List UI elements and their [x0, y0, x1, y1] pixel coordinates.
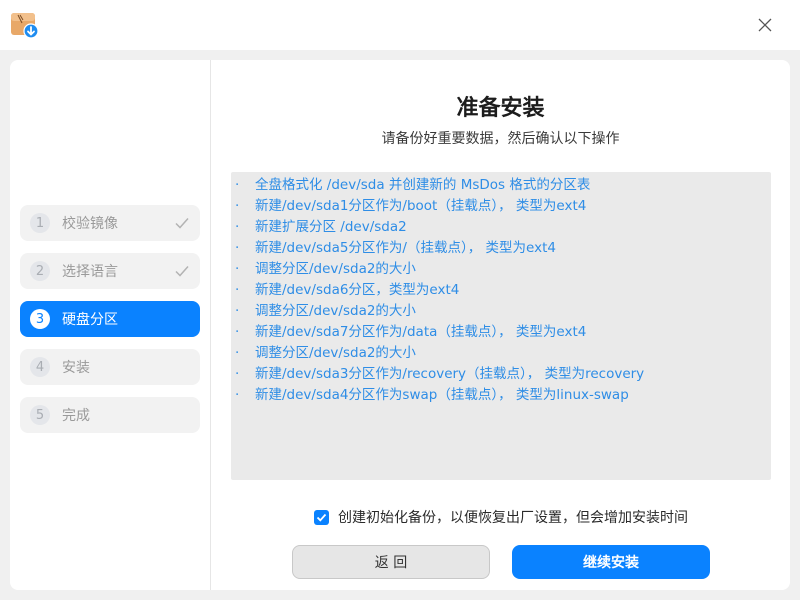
bullet: · [235, 282, 240, 298]
close-button[interactable] [750, 10, 780, 40]
step-number: 2 [30, 261, 50, 281]
operation-item: · 新建/dev/sda3分区作为/recovery（挂载点）， 类型为reco… [231, 364, 771, 385]
operation-item: · 新建扩展分区 /dev/sda2 [231, 217, 771, 238]
operation-text: 新建/dev/sda1分区作为/boot（挂载点）， 类型为ext4 [255, 198, 587, 214]
operation-text: 调整分区/dev/sda2的大小 [255, 261, 416, 277]
step-number: 1 [30, 213, 50, 233]
bullet: · [235, 303, 240, 319]
operation-text: 新建/dev/sda5分区作为/（挂载点）， 类型为ext4 [255, 240, 556, 256]
step-disk-partition[interactable]: 3 硬盘分区 [20, 301, 200, 337]
operation-text: 新建/dev/sda4分区作为swap（挂载点）， 类型为linux-swap [255, 387, 629, 403]
bullet: · [235, 198, 240, 214]
operation-item: · 调整分区/dev/sda2的大小 [231, 259, 771, 280]
step-label: 选择语言 [62, 264, 118, 280]
operation-text: 新建扩展分区 /dev/sda2 [255, 219, 407, 235]
title-bar [0, 0, 800, 50]
step-verify-image[interactable]: 1 校验镜像 [20, 205, 200, 241]
bullet: · [235, 219, 240, 235]
step-label: 硬盘分区 [62, 312, 118, 328]
package-download-icon [10, 11, 39, 39]
bullet: · [235, 261, 240, 277]
operation-text: 全盘格式化 /dev/sda 并创建新的 MsDos 格式的分区表 [255, 177, 591, 193]
operation-item: · 调整分区/dev/sda2的大小 [231, 301, 771, 322]
operation-text: 新建/dev/sda6分区，类型为ext4 [255, 282, 460, 298]
continue-install-button[interactable]: 继续安装 [512, 545, 710, 579]
step-install[interactable]: 4 安装 [20, 349, 200, 385]
main-area: 准备安装 请备份好重要数据，然后确认以下操作 · 全盘格式化 /dev/sda … [211, 60, 790, 590]
operation-item: · 新建/dev/sda5分区作为/（挂载点）， 类型为ext4 [231, 238, 771, 259]
installer-panel: 1 校验镜像 2 选择语言 3 硬盘分区 4 安装 5 完成 准备安装 请备份好 [10, 60, 790, 590]
page-title: 准备安装 [456, 96, 545, 121]
operation-item: · 调整分区/dev/sda2的大小 [231, 343, 771, 364]
bullet: · [235, 345, 240, 361]
backup-option: 创建初始化备份，以便恢复出厂设置，但会增加安装时间 [314, 507, 688, 527]
operation-text: 新建/dev/sda3分区作为/recovery（挂载点）， 类型为recove… [255, 366, 645, 382]
step-label: 安装 [62, 360, 90, 376]
operation-item: · 新建/dev/sda6分区，类型为ext4 [231, 280, 771, 301]
step-sidebar: 1 校验镜像 2 选择语言 3 硬盘分区 4 安装 5 完成 [10, 60, 211, 590]
bullet: · [235, 240, 240, 256]
step-number: 5 [30, 405, 50, 425]
step-number: 3 [30, 309, 50, 329]
checkmark-icon [175, 218, 189, 229]
operation-text: 新建/dev/sda7分区作为/data（挂载点）， 类型为ext4 [255, 324, 587, 340]
checkmark-icon [175, 266, 189, 277]
backup-checkbox[interactable] [314, 509, 329, 525]
step-finish[interactable]: 5 完成 [20, 397, 200, 433]
step-label: 校验镜像 [62, 216, 118, 232]
operation-item: · 新建/dev/sda7分区作为/data（挂载点）， 类型为ext4 [231, 322, 771, 343]
step-select-language[interactable]: 2 选择语言 [20, 253, 200, 289]
operations-list[interactable]: · 全盘格式化 /dev/sda 并创建新的 MsDos 格式的分区表 · 新建… [231, 172, 771, 480]
checkmark-icon [316, 513, 327, 522]
bullet: · [235, 387, 240, 403]
backup-checkbox-label: 创建初始化备份，以便恢复出厂设置，但会增加安装时间 [338, 510, 688, 526]
bullet: · [235, 177, 240, 193]
close-icon [758, 18, 772, 32]
operation-text: 调整分区/dev/sda2的大小 [255, 303, 416, 319]
bullet: · [235, 366, 240, 382]
operation-text: 调整分区/dev/sda2的大小 [255, 345, 416, 361]
page-subtitle: 请备份好重要数据，然后确认以下操作 [381, 131, 620, 147]
operation-item: · 全盘格式化 /dev/sda 并创建新的 MsDos 格式的分区表 [231, 175, 771, 196]
step-number: 4 [30, 357, 50, 377]
bullet: · [235, 324, 240, 340]
operation-item: · 新建/dev/sda4分区作为swap（挂载点）， 类型为linux-swa… [231, 385, 771, 406]
back-button[interactable]: 返 回 [292, 545, 490, 579]
operation-item: · 新建/dev/sda1分区作为/boot（挂载点）， 类型为ext4 [231, 196, 771, 217]
step-label: 完成 [62, 408, 90, 424]
